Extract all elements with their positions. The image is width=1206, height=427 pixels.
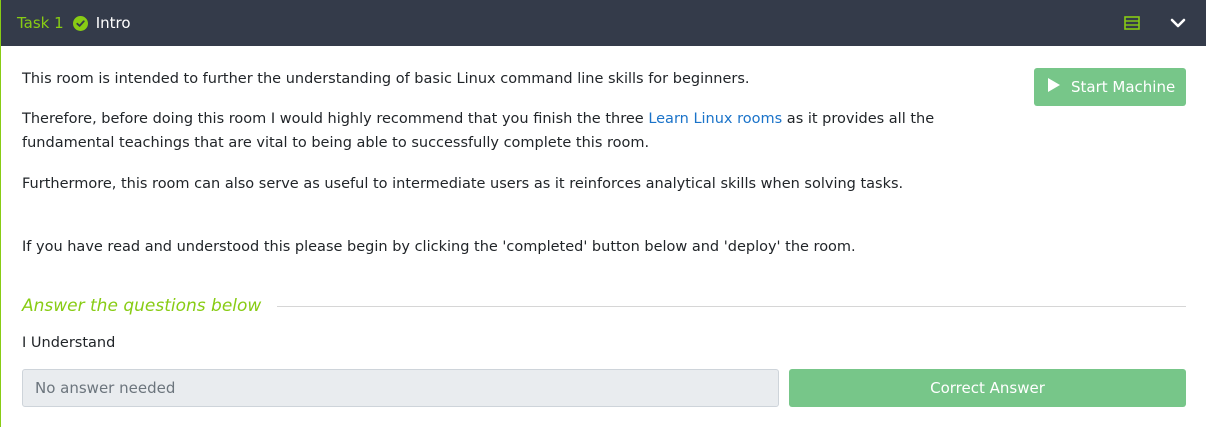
- heading-divider: [277, 305, 1186, 307]
- chevron-down-icon[interactable]: [1170, 18, 1186, 28]
- start-machine-label: Start Machine: [1071, 78, 1176, 96]
- task-number: Task 1: [17, 14, 64, 32]
- paragraph-recommendation-line2: fundamental teachings that are vital to …: [22, 135, 650, 151]
- paragraph-intermediate: Furthermore, this room can also serve as…: [22, 176, 904, 192]
- answer-input[interactable]: [22, 369, 779, 407]
- task-card: Task 1 Intro This room is intended to fu…: [0, 0, 1206, 427]
- header-icons: [1124, 16, 1186, 30]
- question-label: I Understand: [22, 335, 116, 351]
- paragraph-intro: This room is intended to further the und…: [22, 71, 750, 87]
- paragraph-recommendation: Therefore, before doing this room I woul…: [22, 107, 934, 131]
- answer-heading-text: Answer the questions below: [22, 296, 262, 316]
- menu-lines-icon[interactable]: [1124, 16, 1140, 30]
- task-header[interactable]: Task 1 Intro: [1, 0, 1206, 46]
- play-icon: [1047, 77, 1061, 97]
- paragraph-instructions: If you have read and understood this ple…: [22, 239, 856, 255]
- task-title: Intro: [95, 14, 131, 32]
- paragraph-recommendation-rest: as it provides all the: [782, 111, 935, 127]
- correct-answer-button[interactable]: Correct Answer: [789, 369, 1186, 407]
- learn-linux-link[interactable]: Learn Linux rooms: [648, 111, 782, 127]
- answer-section-heading: Answer the questions below: [22, 294, 1186, 318]
- paragraph-recommendation-text: Therefore, before doing this room I woul…: [22, 111, 649, 127]
- start-machine-button[interactable]: Start Machine: [1034, 68, 1186, 106]
- check-circle-icon: [72, 15, 88, 31]
